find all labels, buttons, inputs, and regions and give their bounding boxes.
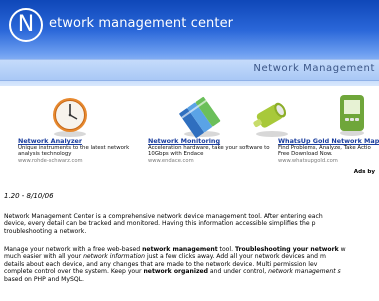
- version-date: 1.20 - 8/10/06: [4, 192, 54, 200]
- site-title[interactable]: etwork management center: [49, 16, 233, 31]
- ad-title[interactable]: Network Analyzer: [18, 137, 82, 145]
- text-bold: network management: [142, 246, 218, 253]
- features-line: based on PHP and MySQL.: [4, 275, 84, 283]
- text-run: complete control over the system. Keep y…: [4, 268, 144, 276]
- site-header: N etwork management center Network Manag…: [0, 0, 379, 86]
- ads-by-label[interactable]: Ads by: [354, 169, 375, 175]
- logo-letter[interactable]: N: [9, 8, 43, 42]
- text-italic: network information: [83, 253, 146, 261]
- page: N etwork management center Network Manag…: [0, 0, 379, 301]
- text-bold: Troubleshooting your network: [234, 246, 339, 253]
- intro-paragraph: Network Management Center is a comprehen…: [4, 213, 379, 235]
- text-run: much easier with all your: [4, 253, 84, 261]
- ad-title[interactable]: WhatsUp Gold Network Maps: [278, 137, 379, 145]
- ad-description: Acceleration hardware, take your softwar…: [148, 145, 270, 158]
- features-paragraph: Manage your network with a free web-base…: [4, 246, 379, 283]
- ad-url[interactable]: www.rohde-schwarz.com: [18, 158, 83, 164]
- clock-icon: [53, 98, 87, 137]
- intro-line: troubleshooting a network.: [4, 227, 87, 235]
- books-icon: [179, 96, 221, 138]
- text-run: just a few clicks away. Add all your net…: [145, 253, 326, 261]
- text-italic: network management s: [268, 268, 341, 276]
- ad-url[interactable]: www.whatsupgold.com: [278, 158, 338, 164]
- ad-title[interactable]: Network Monitoring: [148, 137, 220, 145]
- features-line: much easier with all your network inform…: [4, 253, 379, 260]
- text-run: tool.: [217, 246, 235, 253]
- section-title-bar: Network Management: [0, 59, 379, 81]
- ad-description: Find Problems, Analyze, Take Actio Free …: [278, 145, 371, 158]
- section-title: Network Management: [253, 63, 375, 74]
- ad-network-analyzer[interactable]: Network Analyzer Unique instruments to t…: [14, 86, 140, 190]
- cable-icon: [253, 102, 288, 137]
- ad-description: Unique instruments to the latest network…: [18, 145, 130, 158]
- text-run: and under control,: [207, 268, 269, 276]
- intro-line: Network Management Center is a comprehen…: [4, 213, 323, 220]
- text-bold: network organized: [143, 268, 208, 276]
- intro-line: device, every detail can be tracked and …: [4, 220, 316, 228]
- ad-url[interactable]: www.endace.com: [148, 158, 194, 164]
- features-line: complete control over the system. Keep y…: [4, 268, 379, 275]
- text-run: w: [338, 246, 346, 253]
- text-run: Manage your network with a free web-base…: [4, 246, 143, 253]
- pda-icon[interactable]: [336, 93, 368, 137]
